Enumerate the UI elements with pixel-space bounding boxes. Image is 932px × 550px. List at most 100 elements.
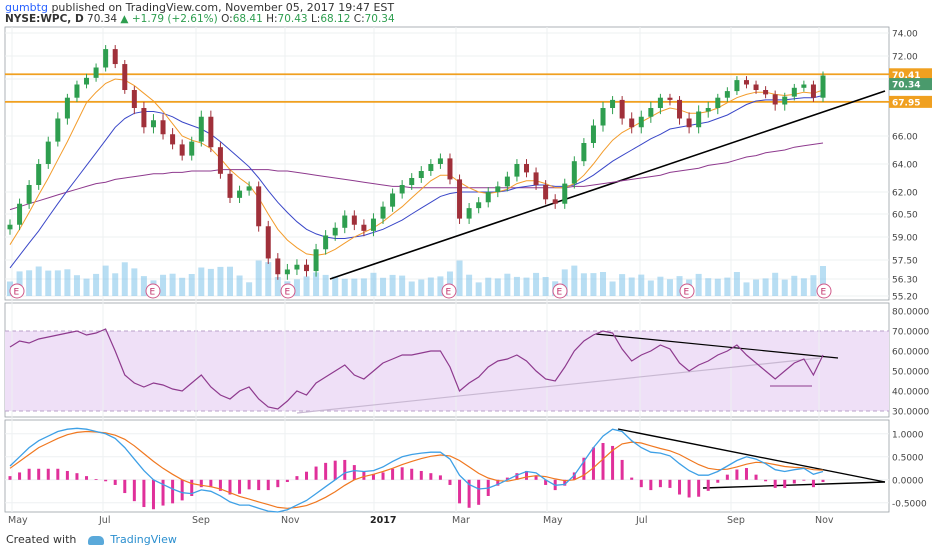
macd-histogram-bar [725, 474, 729, 480]
candle-body [485, 192, 491, 203]
macd-histogram-bar [257, 479, 261, 491]
volume-bar [647, 280, 654, 296]
macd-histogram-bar [802, 479, 806, 481]
volume-bar [93, 273, 100, 296]
candle-body [246, 186, 252, 191]
macd-histogram-bar [8, 476, 12, 480]
macd-histogram-bar [783, 479, 787, 488]
price-y-tick-label: 64.00 [892, 161, 918, 171]
candle-body [705, 108, 711, 112]
volume-bar [772, 272, 779, 296]
volume-bar [160, 274, 167, 296]
macd-histogram-bar [458, 479, 462, 504]
candle-body [170, 134, 176, 145]
macd-histogram-bar [811, 479, 815, 488]
macd-y-tick-label: 0.5000 [892, 453, 924, 463]
earnings-marker-label: E [14, 288, 20, 298]
macd-histogram-bar [324, 462, 328, 480]
volume-bar [427, 277, 434, 296]
earnings-marker-label: E [446, 288, 452, 298]
candle-body [590, 125, 596, 143]
volume-bar [638, 274, 645, 296]
candle-body [581, 143, 587, 162]
macd-histogram-bar [305, 471, 309, 480]
x-tick-label: Nov [281, 515, 300, 526]
candle-body [64, 97, 70, 119]
candle-body [313, 249, 319, 272]
volume-bar [45, 270, 52, 296]
volume-bar [609, 281, 616, 296]
macd-histogram-bar [448, 479, 452, 485]
candle-body [122, 64, 128, 90]
volume-bar [322, 274, 329, 296]
macd-histogram-bar [352, 465, 356, 480]
earnings-marker-label: E [285, 288, 291, 298]
candle-body [342, 215, 348, 228]
volume-bar [341, 278, 348, 296]
candle-body [715, 97, 721, 108]
macd-histogram-bar [658, 479, 662, 488]
volume-bar [628, 277, 635, 296]
volume-bar [370, 272, 377, 296]
x-tick-label: Jul [635, 515, 647, 526]
candle-body [380, 206, 386, 219]
macd-histogram-bar [285, 479, 289, 483]
candle-body [696, 111, 702, 128]
candle-body [284, 269, 290, 275]
volume-bar [236, 275, 243, 296]
macd-histogram-bar [132, 479, 136, 502]
volume-bar [485, 277, 492, 296]
created-with-text: Created with [6, 533, 77, 546]
tradingview-brand[interactable]: TradingView [110, 533, 176, 546]
candle-body [743, 80, 749, 85]
volume-bar [179, 277, 186, 296]
price-y-tick-label: 60.50 [892, 211, 918, 221]
volume-bar [523, 277, 530, 296]
candle-body [504, 176, 510, 187]
candle-body [418, 171, 424, 178]
volume-bar [619, 274, 626, 296]
macd-histogram-bar [687, 479, 691, 498]
macd-histogram-bar [716, 479, 720, 483]
candle-body [610, 99, 616, 108]
candle-body [198, 116, 204, 142]
volume-bar [533, 272, 540, 296]
macd-histogram-bar [764, 479, 768, 482]
volume-bar [255, 260, 262, 296]
price-y-tick-label: 59.00 [892, 234, 918, 244]
volume-bar [64, 269, 71, 296]
candle-body [36, 164, 42, 185]
macd-histogram-bar [333, 460, 337, 480]
x-tick-label: Mar [452, 515, 470, 526]
volume-bar [73, 275, 80, 296]
macd-histogram-bar [266, 479, 270, 491]
candle-body [370, 218, 376, 231]
candle-body [93, 67, 99, 78]
footer: Created with TradingView [0, 528, 932, 550]
volume-bar [198, 267, 205, 296]
macd-y-tick-label: 0.0000 [892, 476, 924, 486]
candle-body [571, 161, 577, 184]
price-chart-canvas[interactable]: E E E E E E E May Jul Sep Nov 2017 Mar May Jul Sep Nov 7… [0, 0, 932, 528]
candle-body [332, 227, 338, 236]
candle-body [179, 144, 185, 156]
candle-body [552, 199, 558, 204]
x-tick-label: Jul [98, 515, 110, 526]
volume-bar [274, 277, 281, 296]
macd-histogram-bar [678, 479, 682, 495]
macd-histogram-bar [65, 470, 69, 480]
macd-histogram-bar [668, 479, 672, 488]
macd-y-tick-label: 1.0000 [892, 430, 924, 440]
candle-body [801, 84, 807, 88]
candle-body [514, 164, 520, 177]
candle-body [447, 158, 453, 180]
macd-histogram-bar [419, 470, 423, 480]
level-price-label: 67.95 [892, 98, 920, 108]
volume-bar [753, 279, 760, 296]
macd-histogram-bar [85, 476, 89, 480]
macd-histogram-bar [56, 468, 60, 480]
price-y-tick-label: 66.00 [892, 133, 918, 143]
price-y-tick-label: 57.50 [892, 257, 918, 267]
last-price-label: 70.34 [892, 81, 920, 91]
volume-bar [494, 278, 501, 296]
